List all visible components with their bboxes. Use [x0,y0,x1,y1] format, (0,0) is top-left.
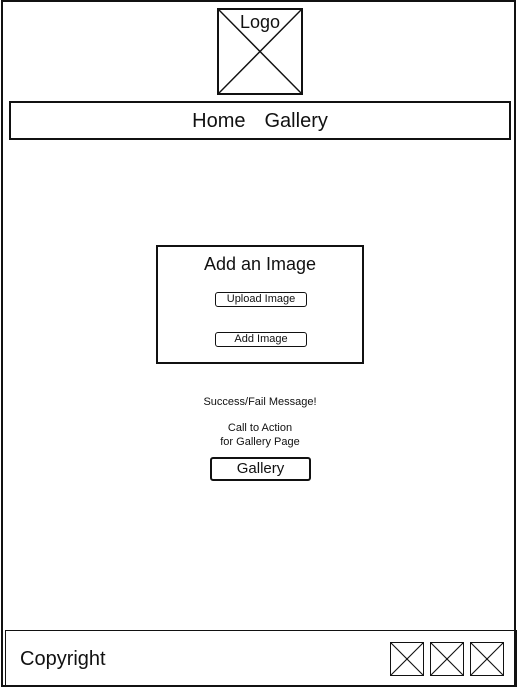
image-placeholder-icon [431,643,463,675]
cta-line-1: Call to Action [227,422,293,434]
cta-line-2: for Gallery Page [220,436,300,448]
social-link-1[interactable] [390,642,424,676]
gallery-button[interactable]: Gallery [210,457,311,481]
social-link-2[interactable] [430,642,464,676]
logo-text: Logo [239,12,281,32]
copyright-text: Copyright [20,648,106,670]
call-to-action: Call to Action for Gallery Page [160,421,360,449]
image-placeholder-icon [471,643,503,675]
upload-image-button[interactable]: Upload Image [215,292,307,307]
add-image-panel: Add an Image Upload Image Add Image [156,245,364,364]
panel-title: Add an Image [203,254,317,274]
nav-gallery-link[interactable]: Gallery [265,110,328,132]
social-link-3[interactable] [470,642,504,676]
nav-home-link[interactable]: Home [192,110,245,132]
status-message: Success/Fail Message! [203,396,317,408]
main-nav: Home Gallery [9,101,511,140]
add-image-button[interactable]: Add Image [215,332,307,347]
logo[interactable]: Logo [217,8,303,95]
image-placeholder-icon [391,643,423,675]
footer: Copyright [5,630,517,687]
